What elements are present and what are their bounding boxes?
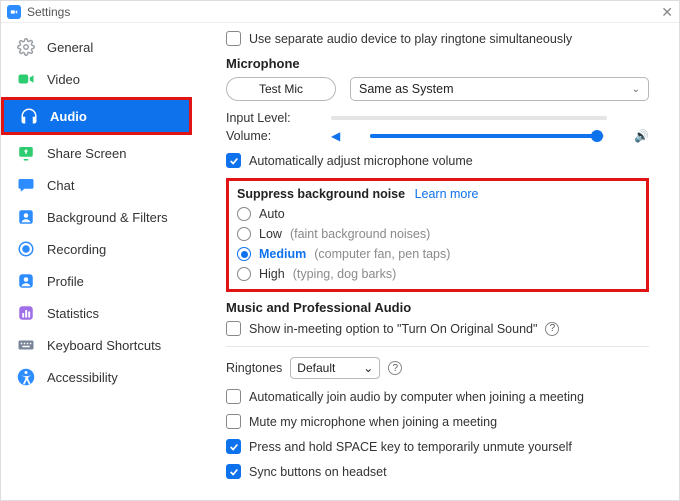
checkbox-auto-adjust[interactable] xyxy=(226,153,241,168)
chevron-down-icon: ⌄ xyxy=(363,361,373,375)
sidebar-item-audio[interactable]: Audio xyxy=(4,100,189,132)
label-original-sound: Show in-meeting option to "Turn On Origi… xyxy=(249,322,537,336)
ringtones-select[interactable]: Default ⌄ xyxy=(290,357,380,379)
mic-device-select[interactable]: Same as System ⌄ xyxy=(350,77,649,101)
radio-noise-medium[interactable] xyxy=(237,247,251,261)
volume-high-icon: 🔊 xyxy=(634,129,649,143)
radio-noise-low[interactable] xyxy=(237,227,251,241)
app-icon xyxy=(7,5,21,19)
sidebar-item-statistics[interactable]: Statistics xyxy=(1,297,196,329)
sidebar-item-keyboard-shortcuts[interactable]: Keyboard Shortcuts xyxy=(1,329,196,361)
accessibility-icon xyxy=(17,368,35,386)
sidebar-item-label: Statistics xyxy=(47,306,99,321)
sidebar-item-video[interactable]: Video xyxy=(1,63,196,95)
checkbox-auto-join[interactable] xyxy=(226,389,241,404)
label-volume: Volume: xyxy=(226,129,301,143)
hint-noise-high: (typing, dog barks) xyxy=(293,267,397,281)
label-auto-join: Automatically join audio by computer whe… xyxy=(249,390,584,404)
checkbox-separate-device[interactable] xyxy=(226,31,241,46)
sidebar-item-label: Recording xyxy=(47,242,106,257)
heading-music-audio: Music and Professional Audio xyxy=(226,300,649,315)
label-space-unmute: Press and hold SPACE key to temporarily … xyxy=(249,440,572,454)
sidebar-item-label: Audio xyxy=(50,109,87,124)
sidebar-item-recording[interactable]: Recording xyxy=(1,233,196,265)
sidebar-item-label: Accessibility xyxy=(47,370,118,385)
checkbox-mute-mic[interactable] xyxy=(226,414,241,429)
label-noise-medium: Medium xyxy=(259,247,306,261)
background-icon xyxy=(17,208,35,226)
row-separate-device: Use separate audio device to play ringto… xyxy=(226,31,649,46)
sidebar: General Video Audio Share Screen Chat xyxy=(1,23,196,500)
help-icon[interactable]: ? xyxy=(545,322,559,336)
sidebar-item-label: Keyboard Shortcuts xyxy=(47,338,161,353)
heading-suppress-noise: Suppress background noise xyxy=(237,187,405,201)
sidebar-item-profile[interactable]: Profile xyxy=(1,265,196,297)
radio-noise-auto[interactable] xyxy=(237,207,251,221)
sidebar-item-label: General xyxy=(47,40,93,55)
sidebar-item-chat[interactable]: Chat xyxy=(1,169,196,201)
checkbox-sync-headset[interactable] xyxy=(226,464,241,479)
sidebar-item-label: Profile xyxy=(47,274,84,289)
checkbox-space-unmute[interactable] xyxy=(226,439,241,454)
label-auto-adjust: Automatically adjust microphone volume xyxy=(249,154,473,168)
chevron-down-icon: ⌄ xyxy=(632,84,640,95)
radio-noise-high[interactable] xyxy=(237,267,251,281)
sidebar-item-share-screen[interactable]: Share Screen xyxy=(1,137,196,169)
hint-noise-medium: (computer fan, pen taps) xyxy=(314,247,450,261)
volume-slider[interactable] xyxy=(370,134,604,138)
label-mute-mic: Mute my microphone when joining a meetin… xyxy=(249,415,497,429)
hint-noise-low: (faint background noises) xyxy=(290,227,430,241)
label-sync-headset: Sync buttons on headset xyxy=(249,465,387,479)
window-title: Settings xyxy=(27,5,70,19)
content-audio: Use separate audio device to play ringto… xyxy=(196,23,679,500)
gear-icon xyxy=(17,38,35,56)
label-noise-low: Low xyxy=(259,227,282,241)
keyboard-icon xyxy=(17,336,35,354)
label-separate-device: Use separate audio device to play ringto… xyxy=(249,32,572,46)
close-icon[interactable]: ✕ xyxy=(661,5,673,19)
recording-icon xyxy=(17,240,35,258)
share-screen-icon xyxy=(17,144,35,162)
sidebar-item-label: Background & Filters xyxy=(47,210,168,225)
heading-microphone: Microphone xyxy=(226,56,649,71)
label-noise-auto: Auto xyxy=(259,207,285,221)
profile-icon xyxy=(17,272,35,290)
sidebar-item-label: Video xyxy=(47,72,80,87)
sidebar-item-general[interactable]: General xyxy=(1,31,196,63)
test-mic-button[interactable]: Test Mic xyxy=(226,77,336,101)
mic-device-value: Same as System xyxy=(359,82,453,96)
sidebar-item-label: Chat xyxy=(47,178,74,193)
highlight-audio: Audio xyxy=(1,97,192,135)
statistics-icon xyxy=(17,304,35,322)
input-level-meter xyxy=(331,116,607,120)
titlebar: Settings ✕ xyxy=(1,1,679,23)
sidebar-item-label: Share Screen xyxy=(47,146,127,161)
help-icon[interactable]: ? xyxy=(388,361,402,375)
volume-low-icon: ◀ xyxy=(331,129,340,143)
headphones-icon xyxy=(20,107,38,125)
highlight-suppress-noise: Suppress background noise Learn more Aut… xyxy=(226,178,649,292)
checkbox-original-sound[interactable] xyxy=(226,321,241,336)
link-learn-more[interactable]: Learn more xyxy=(415,187,479,201)
label-noise-high: High xyxy=(259,267,285,281)
body: General Video Audio Share Screen Chat xyxy=(1,23,679,500)
sidebar-item-accessibility[interactable]: Accessibility xyxy=(1,361,196,393)
label-input-level: Input Level: xyxy=(226,111,301,125)
ringtones-value: Default xyxy=(297,361,335,375)
chat-icon xyxy=(17,176,35,194)
video-icon xyxy=(17,70,35,88)
settings-window: Settings ✕ General Video Audio Share Scr… xyxy=(0,0,680,501)
label-ringtones: Ringtones xyxy=(226,361,282,375)
sidebar-item-background-filters[interactable]: Background & Filters xyxy=(1,201,196,233)
